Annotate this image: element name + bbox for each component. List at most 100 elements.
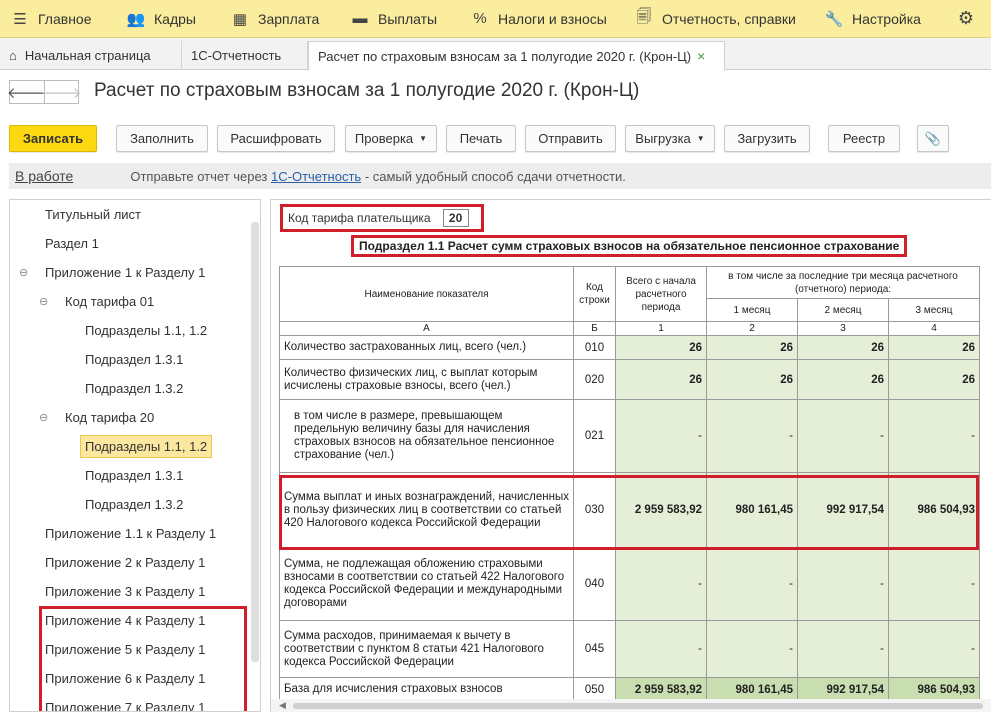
tab-report[interactable]: Расчет по страховым взносам за 1 полугод… [308,41,725,71]
tree-item-section-1[interactable]: Раздел 1 [10,229,248,258]
scrollbar-thumb[interactable] [293,703,983,709]
cell-030-1[interactable]: 2 959 583,92 [615,472,707,548]
col-number-4: 4 [888,321,980,336]
close-icon[interactable]: × [697,48,705,64]
attach-button[interactable]: 📎 [917,125,949,152]
cell-050-1[interactable]: 2 959 583,92 [615,677,707,702]
decode-button[interactable]: Расшифровать [217,125,335,152]
cell-030-2[interactable]: 980 161,45 [706,472,798,548]
registry-button[interactable]: Реестр [828,125,900,152]
send-button[interactable]: Отправить [525,125,616,152]
menu-main[interactable]: ☰ Главное [0,0,118,38]
save-button[interactable]: Записать [9,125,97,152]
cell-030-3[interactable]: 992 917,54 [797,472,889,548]
tree-item-tariff-20[interactable]: ⊖ Код тарифа 20 [10,403,248,432]
tab-home[interactable]: ⌂ Начальная страница [0,41,182,70]
report-table: Наименование показателя Код строки Всего… [279,266,980,702]
menu-taxes[interactable]: % Налоги и взносы [462,0,626,38]
cell-040-3[interactable]: - [797,547,889,621]
cell-020-3[interactable]: 26 [797,359,889,400]
cell-020-4[interactable]: 26 [888,359,980,400]
table-row-030: Сумма выплат и иных вознаграждений, начи… [279,472,980,548]
tree-item-sub-1-1-1-2-t20[interactable]: Подразделы 1.1, 1.2 [10,432,248,461]
tree-item-tariff-01[interactable]: ⊖ Код тарифа 01 [10,287,248,316]
status-link[interactable]: В работе [15,168,73,184]
tree-item-appendix-2[interactable]: Приложение 2 к Разделу 1 [10,548,248,577]
forward-button[interactable]: 🡒 [41,80,82,104]
load-button[interactable]: Загрузить [724,125,810,152]
form-toolbar: Записать Заполнить Расшифровать Проверка… [0,125,991,153]
table-row-045: Сумма расходов, принимаемая к вычету в с… [279,620,980,678]
tab-1c-reporting[interactable]: 1С-Отчетность [182,41,308,70]
table-row-021: в том числе в размере, превышающем преде… [279,399,980,473]
cell-045-1[interactable]: - [615,620,707,678]
cell-010-4[interactable]: 26 [888,335,980,360]
cell-045-2[interactable]: - [706,620,798,678]
header-total: Всего с начала расчетного периода [615,266,707,322]
tree-item-sub-1-1-1-2-t01[interactable]: Подразделы 1.1, 1.2 [10,316,248,345]
print-button[interactable]: Печать [446,125,516,152]
cell-045-4[interactable]: - [888,620,980,678]
fill-button[interactable]: Заполнить [116,125,208,152]
tree-item-sub-1-3-1-t01[interactable]: Подраздел 1.3.1 [10,345,248,374]
subsection-title: Подраздел 1.1 Расчет сумм страховых взно… [351,235,908,257]
menu-payments[interactable]: ▬ Выплаты [342,0,462,38]
tree-item-sub-1-3-2-t20[interactable]: Подраздел 1.3.2 [10,490,248,519]
settings-button[interactable]: ⚙ [956,0,984,38]
export-dropdown[interactable]: Выгрузка ▼ [625,125,715,152]
cell-010-3[interactable]: 26 [797,335,889,360]
tree-item-appendix-3[interactable]: Приложение 3 к Разделу 1 [10,577,248,606]
tree-item-appendix-1[interactable]: ⊖ Приложение 1 к Разделу 1 [10,258,248,287]
sections-tree: Титульный лист Раздел 1 ⊖ Приложение 1 к … [9,199,261,712]
tariff-code-input[interactable]: 20 [442,209,469,227]
col-number-1: 1 [615,321,707,336]
dropdown-arrow-icon: ▼ [419,134,428,143]
header-m2: 2 месяц [797,298,889,322]
check-dropdown[interactable]: Проверка ▼ [345,125,437,152]
wallet-icon: ▬ [352,10,368,27]
main-menu-bar: ☰ Главное 👥 Кадры ▦ Зарплата ▬ Выплаты % Нало… [0,0,991,38]
horizontal-scrollbar[interactable]: ◀ [271,699,991,712]
people-icon: 👥 [126,10,146,28]
cell-021-4[interactable]: - [888,399,980,473]
1c-reporting-link[interactable]: 1С-Отчетность [271,169,361,184]
cell-040-4[interactable]: - [888,547,980,621]
cell-050-2[interactable]: 980 161,45 [706,677,798,702]
menu-reports[interactable]: 🗐 Отчетность, справки [626,0,816,38]
menu-salary[interactable]: ▦ Зарплата [222,0,342,38]
cell-010-1[interactable]: 26 [615,335,707,360]
cell-010-2[interactable]: 26 [706,335,798,360]
menu-hr[interactable]: 👥 Кадры [118,0,222,38]
collapse-icon[interactable]: ⊖ [39,295,48,308]
cell-050-4[interactable]: 986 504,93 [888,677,980,702]
table-row-020: Количество физических лиц, с выплат кото… [279,359,980,400]
gear-icon: ⚙ [957,8,975,28]
tree-item-sub-1-3-1-t20[interactable]: Подраздел 1.3.1 [10,461,248,490]
tree-item-sub-1-3-2-t01[interactable]: Подраздел 1.3.2 [10,374,248,403]
cell-021-1[interactable]: - [615,399,707,473]
tab-strip: ⌂ Начальная страница 1С-Отчетность Расчет… [0,38,991,71]
scroll-left-icon[interactable]: ◀ [279,700,286,711]
cell-050-3[interactable]: 992 917,54 [797,677,889,702]
cell-020-2[interactable]: 26 [706,359,798,400]
header-last3: в том числе за последние три месяца расч… [706,266,980,299]
collapse-icon[interactable]: ⊖ [39,411,48,424]
cell-030-4[interactable]: 986 504,93 [888,472,980,548]
calculator-icon: ▦ [232,10,248,28]
cell-021-3[interactable]: - [797,399,889,473]
cell-040-2[interactable]: - [706,547,798,621]
collapse-icon[interactable]: ⊖ [19,266,28,279]
cell-040-1[interactable]: - [615,547,707,621]
tree-item-title-page[interactable]: Титульный лист [10,200,248,229]
header-name: Наименование показателя [279,266,574,322]
menu-settings[interactable]: 🔧 Настройка [816,0,940,38]
cell-020-1[interactable]: 26 [615,359,707,400]
tree-item-appendix-1-1[interactable]: Приложение 1.1 к Разделу 1 [10,519,248,548]
tree-scrollbar[interactable] [251,222,259,662]
cell-021-2[interactable]: - [706,399,798,473]
back-button[interactable]: 🡐 [7,80,47,104]
cell-045-3[interactable]: - [797,620,889,678]
col-number-2: 2 [706,321,798,336]
highlight-frame [39,606,247,711]
history-nav: 🡐 🡒 [7,80,82,104]
